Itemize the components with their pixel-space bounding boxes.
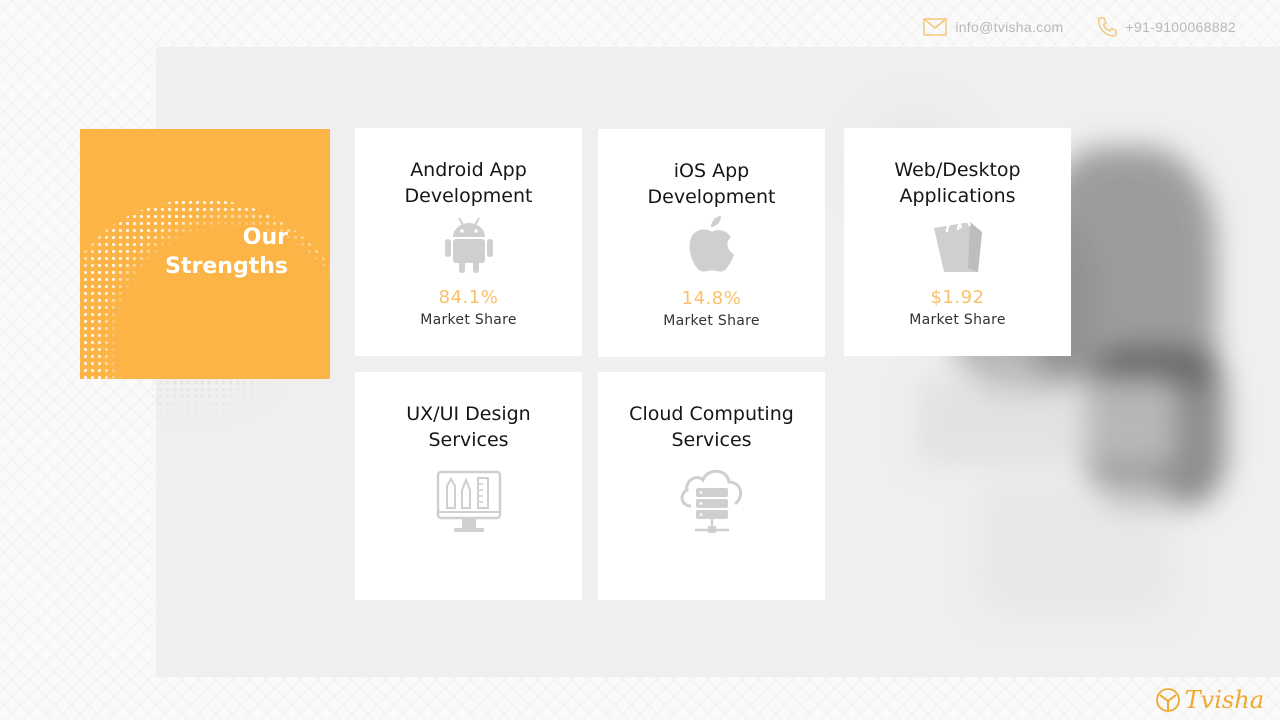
card-title-line2: Development [404, 185, 533, 207]
card-value: $1.92 [930, 287, 985, 308]
card-title: Android App Development [355, 157, 582, 209]
card-title-line1: iOS App [673, 160, 750, 182]
card-title-line2: Services [671, 429, 752, 451]
logo-text: Tvisha [1184, 686, 1264, 714]
email-contact[interactable]: info@tvisha.com [923, 18, 1063, 36]
mail-icon [923, 18, 948, 36]
card-value: 14.8% [681, 288, 742, 309]
card-ux-ui-design-services[interactable]: UX/UI Design Services [355, 372, 582, 600]
phone-icon [1097, 17, 1117, 37]
contact-bar: info@tvisha.com +91-9100068882 [923, 14, 1236, 40]
card-title-line1: Android App [410, 159, 527, 181]
card-title-line1: Cloud Computing [629, 403, 794, 425]
phone-contact[interactable]: +91-9100068882 [1096, 16, 1236, 38]
card-title-line2: Development [647, 186, 776, 208]
card-title: UX/UI Design Services [355, 401, 582, 453]
card-title-line2: Applications [899, 185, 1016, 207]
cloud-server-icon [680, 469, 742, 533]
card-title: iOS App Development [598, 158, 825, 210]
apple-icon [689, 216, 734, 272]
card-title-line1: UX/UI Design [406, 403, 531, 425]
tvisha-logo: Tvisha [1155, 686, 1264, 714]
card-value: 84.1% [438, 287, 499, 308]
card-title-line2: Services [428, 429, 509, 451]
strengths-panel: Our Strengths [80, 129, 330, 379]
android-icon [444, 217, 493, 273]
strengths-heading-line2: Strengths [165, 254, 288, 279]
shopping-bag-icon [933, 219, 982, 272]
strengths-heading: Our Strengths [165, 223, 288, 281]
card-ios-development[interactable]: iOS App Development 14.8% Market Share [598, 129, 825, 357]
card-caption: Market Share [663, 313, 760, 329]
card-title: Cloud Computing Services [598, 401, 825, 453]
card-caption: Market Share [909, 312, 1006, 328]
card-title-line1: Web/Desktop [894, 159, 1021, 181]
card-web-desktop-applications[interactable]: Web/Desktop Applications $1.92 Market Sh… [844, 128, 1071, 356]
card-cloud-computing-services[interactable]: Cloud Computing Services [598, 372, 825, 600]
phone-text[interactable]: +91-9100068882 [1126, 19, 1236, 35]
strengths-heading-line1: Our [242, 225, 288, 250]
logo-mark-icon [1155, 688, 1180, 712]
card-caption: Market Share [420, 312, 517, 328]
card-android-development[interactable]: Android App Development 84.1% Market Sha… [355, 128, 582, 356]
email-text[interactable]: info@tvisha.com [955, 19, 1063, 35]
design-monitor-icon [436, 470, 501, 532]
card-title: Web/Desktop Applications [844, 157, 1071, 209]
